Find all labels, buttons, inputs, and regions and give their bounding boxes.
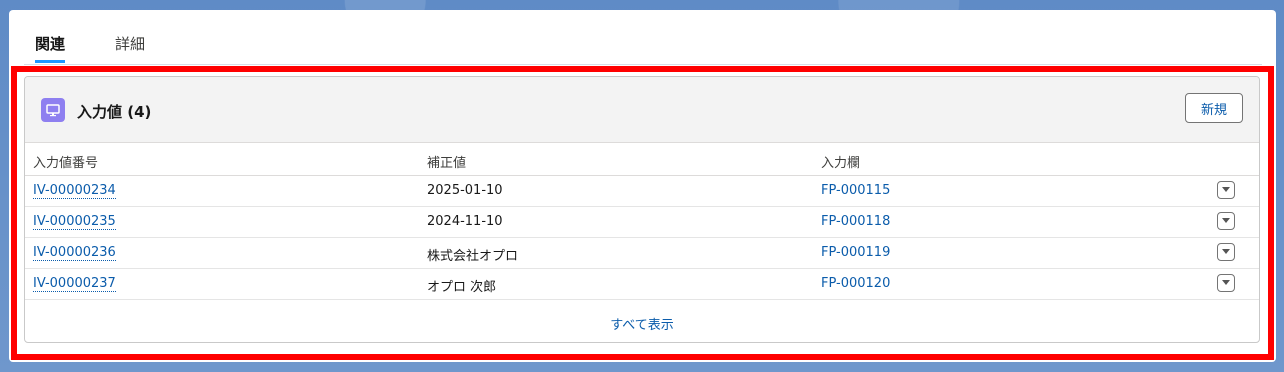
input-field-link[interactable]: FP-000118 [821,214,890,229]
row-action-button[interactable] [1217,212,1235,230]
column-header-input-field[interactable]: 入力欄 [821,152,860,171]
table-row: IV-00000235 2024-11-10 FP-000118 [25,207,1259,238]
table-row: IV-00000234 2025-01-10 FP-000115 [25,176,1259,207]
table-row: IV-00000237 オプロ 次郎 FP-000120 [25,269,1259,300]
tab-bar: 関連 詳細 [24,32,1262,65]
panel-title[interactable]: 入力値 (4) [77,101,151,122]
corrected-value: オプロ 次郎 [427,280,497,295]
row-action-button[interactable] [1217,274,1235,292]
monitor-icon [41,98,65,122]
tab-related[interactable]: 関連 [35,32,66,63]
input-number-link[interactable]: IV-00000236 [33,245,116,261]
view-all-link[interactable]: すべて表示 [25,314,1259,333]
table-row: IV-00000236 株式会社オプロ FP-000119 [25,238,1259,269]
chevron-down-icon [1222,218,1230,223]
column-header-input-number[interactable]: 入力値番号 [33,152,98,171]
input-field-link[interactable]: FP-000120 [821,276,890,291]
panel-header: 入力値 (4) 新規 [25,77,1259,143]
tab-details[interactable]: 詳細 [115,32,145,63]
chevron-down-icon [1222,280,1230,285]
corrected-value: 株式会社オプロ [427,249,519,264]
corrected-value: 2025-01-10 [427,183,503,198]
row-action-button[interactable] [1217,181,1235,199]
chevron-down-icon [1222,187,1230,192]
input-number-link[interactable]: IV-00000235 [33,214,116,230]
chevron-down-icon [1222,249,1230,254]
input-number-link[interactable]: IV-00000234 [33,183,116,199]
input-field-link[interactable]: FP-000119 [821,245,890,260]
table-header: 入力値番号 補正値 入力欄 [25,143,1259,176]
input-field-link[interactable]: FP-000115 [821,183,890,198]
related-list-panel: 入力値 (4) 新規 入力値番号 補正値 入力欄 IV-00000234 202… [24,76,1260,343]
corrected-value: 2024-11-10 [427,214,503,229]
row-action-button[interactable] [1217,243,1235,261]
input-number-link[interactable]: IV-00000237 [33,276,116,292]
column-header-corrected-value[interactable]: 補正値 [427,152,466,171]
new-button[interactable]: 新規 [1185,93,1243,123]
